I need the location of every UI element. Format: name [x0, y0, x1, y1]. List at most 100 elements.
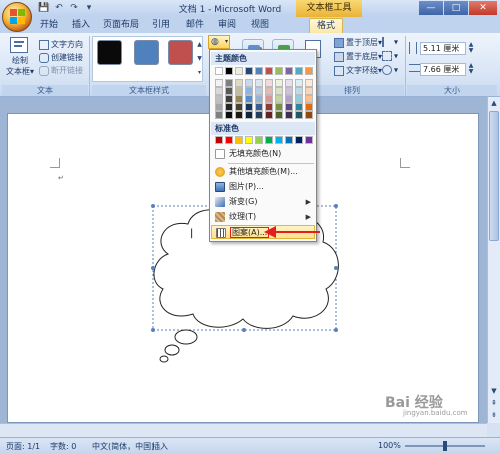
- close-button[interactable]: ✕: [469, 1, 497, 15]
- tab-mailings[interactable]: 邮件: [182, 18, 208, 33]
- theme-color-shade-swatch[interactable]: [285, 103, 293, 111]
- theme-color-shade-swatch[interactable]: [275, 111, 283, 119]
- theme-color-shade-swatch[interactable]: [245, 111, 253, 119]
- standard-color-swatch[interactable]: [265, 136, 273, 144]
- theme-color-shade-swatch[interactable]: [215, 95, 223, 103]
- standard-color-swatch[interactable]: [225, 136, 233, 144]
- office-button[interactable]: [2, 2, 32, 32]
- theme-color-shade-swatch[interactable]: [235, 87, 243, 95]
- create-link-button[interactable]: 创建链接: [39, 52, 83, 63]
- more-fill-colors-item[interactable]: 其他填充颜色(M)...: [211, 165, 315, 179]
- standard-color-swatch[interactable]: [215, 136, 223, 144]
- theme-color-swatch[interactable]: [305, 67, 313, 75]
- send-to-back-button[interactable]: 置于底层▾: [334, 51, 382, 62]
- zoom-slider[interactable]: [405, 441, 485, 451]
- vertical-scrollbar[interactable]: ▲ ▼ ⇞ ⇟: [487, 97, 500, 423]
- standard-color-swatch[interactable]: [255, 136, 263, 144]
- standard-color-swatch[interactable]: [245, 136, 253, 144]
- standard-color-swatch[interactable]: [305, 136, 313, 144]
- tab-home[interactable]: 开始: [36, 18, 62, 33]
- theme-color-shade-swatch[interactable]: [275, 103, 283, 111]
- scroll-down-icon[interactable]: ▼: [488, 385, 500, 397]
- theme-color-shade-swatch[interactable]: [265, 87, 273, 95]
- text-wrap-button[interactable]: 文字环绕▾: [334, 65, 382, 76]
- standard-color-swatch[interactable]: [275, 136, 283, 144]
- rotate-button[interactable]: ▾: [382, 65, 398, 75]
- theme-color-shade-swatch[interactable]: [235, 95, 243, 103]
- style-swatch-blue[interactable]: [134, 40, 159, 65]
- insert-mode[interactable]: 插入: [152, 441, 168, 452]
- theme-color-shade-swatch[interactable]: [305, 103, 313, 111]
- theme-color-shade-swatch[interactable]: [235, 111, 243, 119]
- theme-color-shade-swatch[interactable]: [285, 87, 293, 95]
- style-swatch-red[interactable]: [168, 40, 193, 65]
- theme-color-shade-swatch[interactable]: [285, 111, 293, 119]
- theme-color-shade-swatch[interactable]: [225, 87, 233, 95]
- theme-color-shade-swatch[interactable]: [305, 87, 313, 95]
- redo-icon[interactable]: ↷: [68, 2, 80, 14]
- theme-color-shade-swatch[interactable]: [265, 95, 273, 103]
- theme-color-shade-swatch[interactable]: [215, 87, 223, 95]
- scroll-up-icon[interactable]: ▲: [488, 97, 500, 109]
- theme-color-shade-swatch[interactable]: [275, 87, 283, 95]
- page-count[interactable]: 页面: 1/1: [6, 441, 40, 452]
- theme-color-shade-swatch[interactable]: [235, 79, 243, 87]
- standard-color-swatch[interactable]: [295, 136, 303, 144]
- theme-color-shade-swatch[interactable]: [245, 87, 253, 95]
- group-button[interactable]: ▾: [382, 51, 398, 61]
- horizontal-scrollbar[interactable]: [0, 423, 487, 437]
- tab-review[interactable]: 审阅: [214, 18, 240, 33]
- align-button[interactable]: ▾: [382, 37, 398, 47]
- tab-format[interactable]: 格式: [309, 18, 343, 33]
- language-status[interactable]: 中文(简体，中国): [92, 441, 154, 452]
- shape-fill-button[interactable]: ◍ ▾: [208, 35, 230, 49]
- theme-color-shade-swatch[interactable]: [285, 95, 293, 103]
- theme-color-shade-swatch[interactable]: [245, 79, 253, 87]
- theme-color-shade-swatch[interactable]: [235, 103, 243, 111]
- theme-color-shade-swatch[interactable]: [245, 95, 253, 103]
- theme-color-shade-swatch[interactable]: [255, 95, 263, 103]
- theme-color-swatch[interactable]: [215, 67, 223, 75]
- theme-color-swatch[interactable]: [235, 67, 243, 75]
- minimize-button[interactable]: —: [419, 1, 443, 15]
- theme-color-shade-swatch[interactable]: [295, 95, 303, 103]
- theme-color-shade-swatch[interactable]: [305, 95, 313, 103]
- theme-color-shade-swatch[interactable]: [305, 111, 313, 119]
- bring-to-front-button[interactable]: 置于顶层▾: [334, 37, 382, 48]
- theme-color-shade-swatch[interactable]: [225, 111, 233, 119]
- theme-color-swatch[interactable]: [255, 67, 263, 75]
- height-input[interactable]: 5.11 厘米: [420, 42, 466, 55]
- texture-fill-item[interactable]: 纹理(T) ▶: [211, 210, 315, 224]
- standard-color-swatch[interactable]: [235, 136, 243, 144]
- theme-color-shade-swatch[interactable]: [255, 111, 263, 119]
- theme-color-swatch[interactable]: [265, 67, 273, 75]
- theme-color-shade-swatch[interactable]: [295, 79, 303, 87]
- theme-color-swatch[interactable]: [275, 67, 283, 75]
- prev-page-icon[interactable]: ⇞: [488, 397, 500, 409]
- theme-color-swatch[interactable]: [285, 67, 293, 75]
- theme-color-swatch[interactable]: [225, 67, 233, 75]
- theme-color-swatch[interactable]: [245, 67, 253, 75]
- tab-view[interactable]: 视图: [247, 18, 273, 33]
- theme-color-shade-swatch[interactable]: [225, 103, 233, 111]
- theme-color-shade-swatch[interactable]: [255, 79, 263, 87]
- word-count[interactable]: 字数: 0: [50, 441, 76, 452]
- theme-color-shade-swatch[interactable]: [245, 103, 253, 111]
- theme-color-shade-swatch[interactable]: [225, 95, 233, 103]
- theme-color-shade-swatch[interactable]: [215, 111, 223, 119]
- width-spinner[interactable]: ▲ ▼: [467, 63, 475, 76]
- tab-page-layout[interactable]: 页面布局: [101, 18, 141, 33]
- theme-color-shade-swatch[interactable]: [225, 79, 233, 87]
- theme-color-shade-swatch[interactable]: [285, 79, 293, 87]
- style-swatch-black[interactable]: [97, 40, 122, 65]
- gradient-fill-item[interactable]: 渐变(G) ▶: [211, 195, 315, 209]
- width-input[interactable]: 7.66 厘米: [420, 63, 466, 76]
- theme-color-shade-swatch[interactable]: [215, 79, 223, 87]
- height-spinner[interactable]: ▲ ▼: [467, 42, 475, 55]
- standard-color-swatch[interactable]: [285, 136, 293, 144]
- zoom-slider-thumb[interactable]: [443, 441, 447, 451]
- theme-color-swatch[interactable]: [295, 67, 303, 75]
- next-page-icon[interactable]: ⇟: [488, 409, 500, 421]
- zoom-level[interactable]: 100%: [378, 441, 401, 450]
- text-direction-button[interactable]: 文字方向: [39, 39, 83, 50]
